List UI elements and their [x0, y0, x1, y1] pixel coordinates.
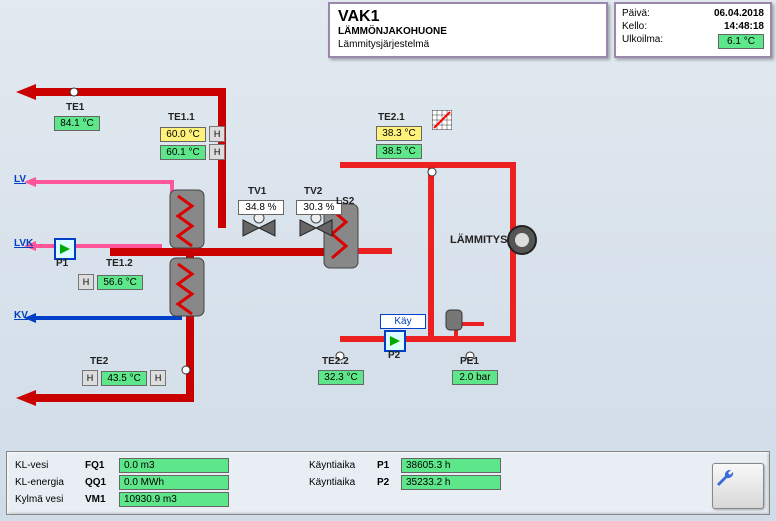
hmi-canvas: VAK1 LÄMMÖNJAKOHUONE Lämmitysjärjestelmä… [0, 0, 776, 521]
te12-h-button[interactable]: H [78, 274, 94, 290]
te11-sp-h-button[interactable]: H [209, 126, 225, 142]
p1-label: P1 [56, 258, 68, 269]
header-sub: LÄMMÖNJAKOHUONE [338, 26, 598, 37]
kylma-vesi-tag: VM1 [85, 494, 119, 505]
te2-h1-button[interactable]: H [82, 370, 98, 386]
runtime1-tag: P1 [377, 460, 401, 471]
header-title: VAK1 [338, 8, 598, 26]
te21-setpoint[interactable]: 38.3 °C [376, 126, 422, 141]
te1-value[interactable]: 84.1 °C [54, 116, 100, 131]
lvk-link[interactable]: LVK [14, 238, 33, 249]
te11-pv-h-button[interactable]: H [209, 144, 225, 160]
te22-label: TE2.2 [322, 356, 349, 367]
te12-value[interactable]: 56.6 °C [97, 275, 143, 290]
wrench-icon [713, 464, 741, 492]
pump-p1[interactable] [54, 238, 76, 260]
kl-vesi-tag: FQ1 [85, 460, 119, 471]
te1-label: TE1 [66, 102, 84, 113]
tv1-value[interactable]: 34.8 % [238, 200, 284, 215]
te2-tag: TE2 [90, 356, 108, 367]
curve-icon[interactable] [432, 110, 452, 130]
p2-label: P2 [388, 350, 400, 361]
tv2-label: TV2 [304, 186, 322, 197]
te2-value[interactable]: 43.5 °C [101, 371, 147, 386]
runtime-p1-value[interactable]: 38605.3 h [401, 458, 501, 473]
time-label: Kello: [622, 21, 647, 32]
lv-link[interactable]: LV [14, 174, 26, 185]
pe1-value[interactable]: 2.0 bar [452, 370, 498, 385]
te11-setpoint[interactable]: 60.0 °C [160, 127, 206, 142]
outdoor-value[interactable]: 6.1 °C [718, 34, 764, 49]
kl-vesi-value[interactable]: 0.0 m3 [119, 458, 229, 473]
kylma-vesi-label: Kylmä vesi [15, 494, 85, 505]
footer-panel: KL-vesi FQ1 0.0 m3 Käyntiaika P1 38605.3… [6, 451, 770, 515]
kl-vesi-label: KL-vesi [15, 460, 85, 471]
header-desc: Lämmitysjärjestelmä [338, 39, 598, 50]
heating-label: LÄMMITYS [450, 234, 507, 246]
ls2-label: LS2 [336, 196, 354, 207]
date-label: Päivä: [622, 8, 650, 19]
pump-p2[interactable] [384, 330, 406, 352]
te21-pv[interactable]: 38.5 °C [376, 144, 422, 159]
settings-button[interactable] [712, 463, 764, 509]
date-value: 06.04.2018 [714, 8, 764, 19]
te21-label: TE2.1 [378, 112, 405, 123]
te11-label: TE1.1 [168, 112, 195, 123]
kl-energia-tag: QQ1 [85, 477, 119, 488]
kv-link[interactable]: KV [14, 310, 28, 321]
p2-state[interactable]: Käy [380, 314, 426, 329]
runtime2-tag: P2 [377, 477, 401, 488]
kylma-vesi-value[interactable]: 10930.9 m3 [119, 492, 229, 507]
te2-h2-button[interactable]: H [150, 370, 166, 386]
time-value: 14:48:18 [724, 21, 764, 32]
te11-pv[interactable]: 60.1 °C [160, 145, 206, 160]
header-clock: Päivä: 06.04.2018 Kello: 14:48:18 Ulkoilma… [614, 2, 772, 58]
te22-value[interactable]: 32.3 °C [318, 370, 364, 385]
runtime1-label: Käyntiaika [309, 460, 377, 471]
outdoor-label: Ulkoilma: [622, 34, 663, 49]
runtime2-label: Käyntiaika [309, 477, 377, 488]
kl-energia-label: KL-energia [15, 477, 85, 488]
kl-energia-value[interactable]: 0.0 MWh [119, 475, 229, 490]
te12-label: TE1.2 [106, 258, 133, 269]
pe1-label: PE1 [460, 356, 479, 367]
tv1-label: TV1 [248, 186, 266, 197]
header-panel: VAK1 LÄMMÖNJAKOHUONE Lämmitysjärjestelmä [328, 2, 608, 58]
runtime-p2-value[interactable]: 35233.2 h [401, 475, 501, 490]
